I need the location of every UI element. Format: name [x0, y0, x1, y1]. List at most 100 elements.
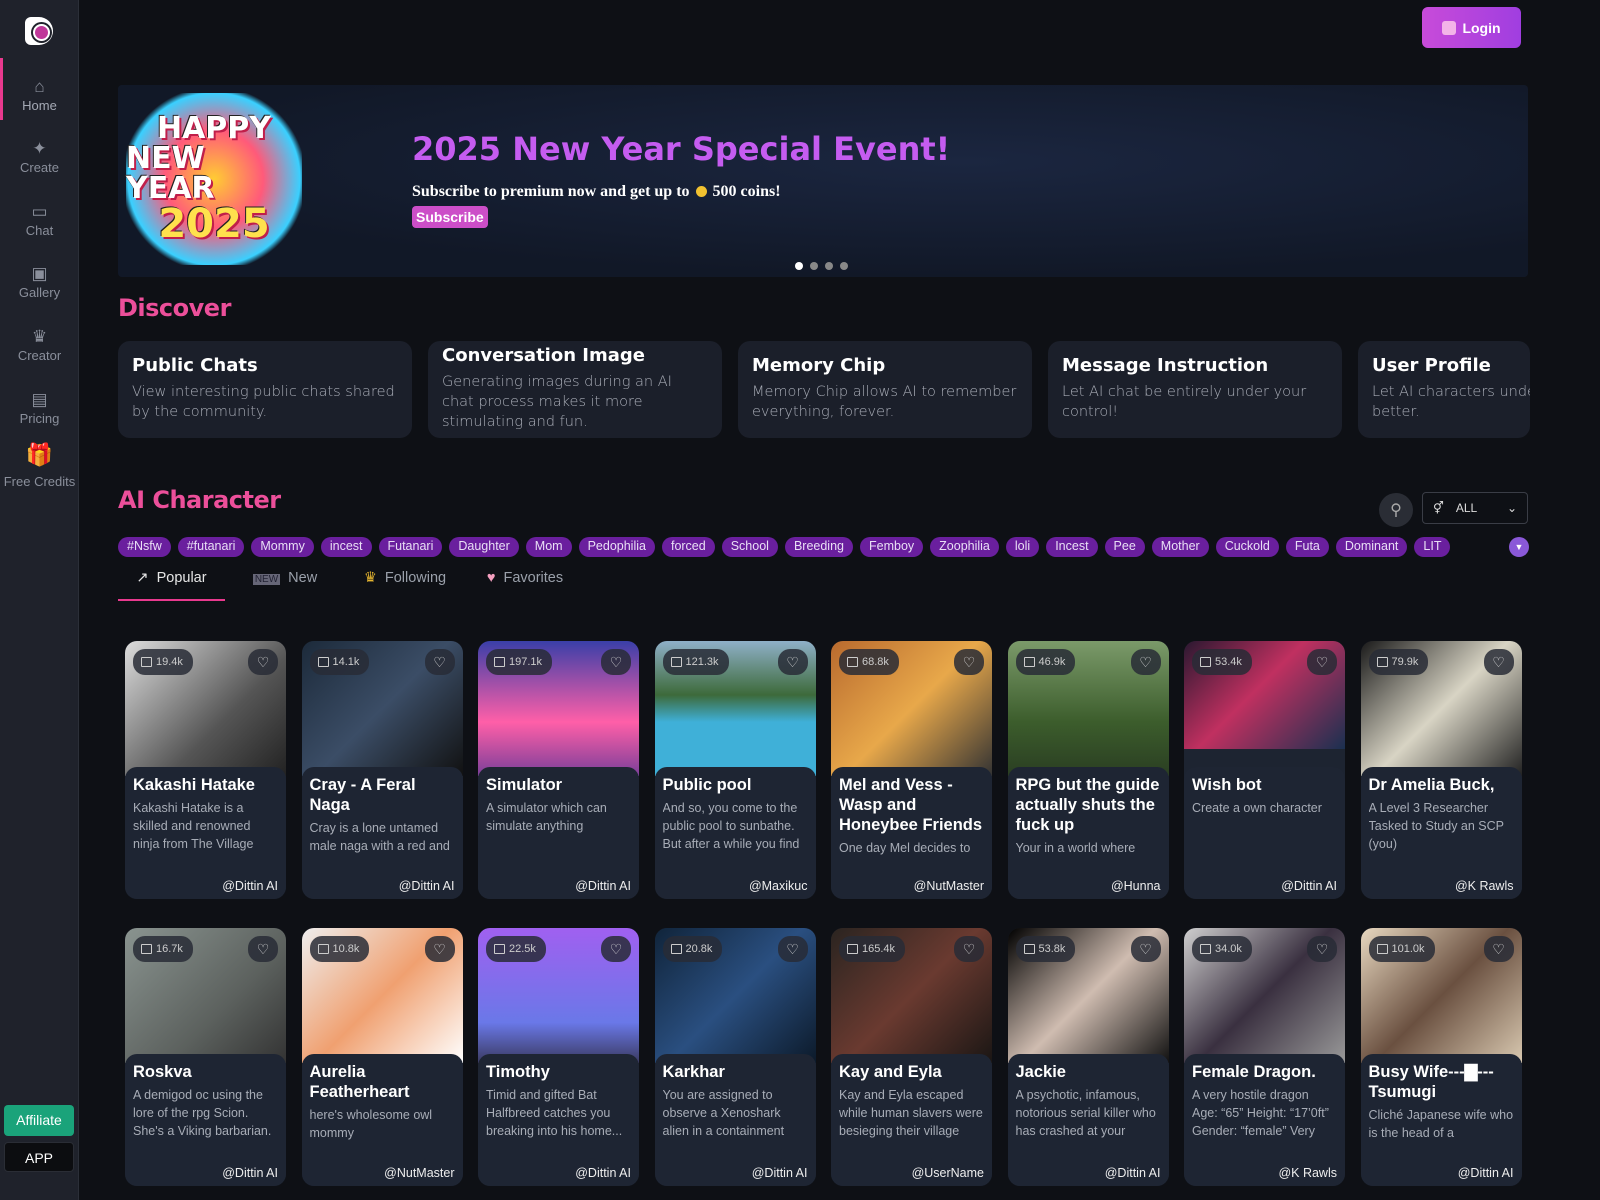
character-card[interactable]: 22.5k ♡ Timothy Timid and gifted Bat Half…	[478, 928, 639, 1186]
tag-chip[interactable]: Pedophilia	[578, 537, 655, 557]
character-card[interactable]: 10.8k ♡ Aurelia Featherheart here's whole…	[301, 928, 463, 1186]
favorite-button[interactable]: ♡	[777, 936, 808, 962]
character-author[interactable]: @Dittin AI	[1105, 1166, 1161, 1180]
character-card[interactable]: 14.1k ♡ Cray - A Feral Naga Cray is a lon…	[301, 641, 463, 899]
tag-chip[interactable]: School	[721, 537, 778, 557]
logo[interactable]	[25, 17, 53, 45]
character-author[interactable]: @Dittin AI	[1458, 1166, 1514, 1180]
tag-chip[interactable]: #futanari	[177, 537, 245, 557]
carousel-dot[interactable]	[795, 262, 803, 270]
character-card[interactable]: 79.9k ♡ Dr Amelia Buck, A Level 3 Researc…	[1360, 641, 1522, 899]
character-card[interactable]: 101.0k ♡ Busy Wife---▇---Tsumugi Cliché J…	[1360, 928, 1522, 1186]
tab-favorites[interactable]: ♥ Favorites	[465, 566, 585, 601]
favorite-button[interactable]: ♡	[424, 649, 455, 675]
tag-chip[interactable]: Zoophilia	[930, 537, 999, 557]
discover-card[interactable]: Public Chats View interesting public chat…	[118, 341, 412, 438]
tag-chip[interactable]: Futanari	[378, 537, 443, 557]
sidebar-item-free-credits[interactable]: 🎁 Free Credits	[0, 444, 79, 490]
character-card[interactable]: 197.1k ♡ Simulator A simulator which can …	[478, 641, 639, 899]
favorite-button[interactable]: ♡	[248, 649, 278, 675]
character-author[interactable]: @Dittin AI	[222, 1166, 278, 1180]
tag-chip[interactable]: incest	[320, 537, 372, 557]
tag-chip[interactable]: Pee	[1104, 537, 1145, 557]
tag-chip[interactable]: Futa	[1285, 537, 1329, 557]
expand-tags-button[interactable]: ▼	[1509, 537, 1529, 557]
discover-card[interactable]: User Profile Let AI characters understand…	[1358, 341, 1530, 438]
character-author[interactable]: @Dittin AI	[575, 879, 631, 893]
sidebar-item-creator[interactable]: ♛ Creator	[0, 326, 79, 363]
character-author[interactable]: @Dittin AI	[575, 1166, 631, 1180]
favorite-button[interactable]: ♡	[954, 936, 984, 962]
character-card[interactable]: 53.4k ♡ Wish bot Create a own character @D…	[1184, 641, 1345, 899]
app-button[interactable]: APP	[4, 1142, 74, 1172]
favorite-button[interactable]: ♡	[1130, 649, 1161, 675]
character-author[interactable]: @Maxikuc	[749, 879, 808, 893]
sidebar-item-gallery[interactable]: ▣ Gallery	[0, 263, 79, 300]
favorite-button[interactable]: ♡	[601, 649, 631, 675]
tag-chip[interactable]: Mother	[1151, 537, 1209, 557]
tag-chip[interactable]: LIT	[1414, 537, 1451, 557]
discover-card[interactable]: Message Instruction Let AI chat be entire…	[1048, 341, 1342, 438]
affiliate-button[interactable]: Affiliate	[4, 1105, 74, 1136]
character-card[interactable]: 34.0k ♡ Female Dragon. A very hostile dra…	[1184, 928, 1345, 1186]
character-author[interactable]: @Dittin AI	[1281, 879, 1337, 893]
character-card[interactable]: 16.7k ♡ Roskva A demigod oc using the lor…	[125, 928, 286, 1186]
favorite-button[interactable]: ♡	[1483, 649, 1514, 675]
tag-chip[interactable]: Incest	[1046, 537, 1098, 557]
discover-card[interactable]: Memory Chip Memory Chip allows AI to reme…	[738, 341, 1032, 438]
sidebar-item-pricing[interactable]: ▤ Pricing	[0, 389, 79, 426]
character-desc: Timid and gifted Bat Halfbreed catches y…	[486, 1088, 623, 1138]
favorite-button[interactable]: ♡	[248, 936, 278, 962]
tag-chip[interactable]: Breeding	[784, 537, 853, 557]
character-author[interactable]: @Dittin AI	[222, 879, 278, 893]
tag-chip[interactable]: Mommy	[251, 537, 314, 557]
character-author[interactable]: @NutMaster	[914, 879, 984, 893]
character-card[interactable]: 46.9k ♡ RPG but the guide actually shuts…	[1007, 641, 1169, 899]
tag-chip[interactable]: Mom	[525, 537, 572, 557]
tag-chip[interactable]: loli	[1005, 537, 1040, 557]
favorite-button[interactable]: ♡	[601, 936, 631, 962]
sidebar-item-home[interactable]: ⌂ Home	[0, 58, 79, 120]
character-card[interactable]: 53.8k ♡ Jackie A psychotic, infamous, not…	[1007, 928, 1169, 1186]
favorite-button[interactable]: ♡	[1307, 649, 1337, 675]
character-card[interactable]: 19.4k ♡ Kakashi Hatake Kakashi Hatake is …	[125, 641, 286, 899]
tab-popular[interactable]: ↗ Popular	[118, 566, 225, 601]
carousel-dot[interactable]	[825, 262, 833, 270]
subscribe-button[interactable]: Subscribe	[412, 206, 488, 228]
sidebar-item-chat[interactable]: ▭ Chat	[0, 201, 79, 238]
tab-new[interactable]: NEW New	[225, 566, 345, 601]
tag-chip[interactable]: Dominant	[1335, 537, 1408, 557]
carousel-dot[interactable]	[840, 262, 848, 270]
character-author[interactable]: @K Rawls	[1278, 1166, 1337, 1180]
tag-chip[interactable]: Cuckold	[1215, 537, 1279, 557]
carousel-dot[interactable]	[810, 262, 818, 270]
character-author[interactable]: @Dittin AI	[399, 879, 455, 893]
favorite-button[interactable]: ♡	[424, 936, 455, 962]
sidebar-item-create[interactable]: ✦ Create	[0, 138, 79, 175]
discover-card[interactable]: Conversation Image Generating images duri…	[428, 341, 722, 438]
event-banner[interactable]: HAPPY NEW YEAR 2025 2025 New Year Special …	[118, 85, 1528, 277]
favorite-button[interactable]: ♡	[1483, 936, 1514, 962]
character-card[interactable]: 20.8k ♡ Karkhar You are assigned to obser…	[654, 928, 816, 1186]
favorite-button[interactable]: ♡	[777, 649, 808, 675]
character-author[interactable]: @Dittin AI	[752, 1166, 808, 1180]
character-author[interactable]: @Hunna	[1111, 879, 1161, 893]
favorite-button[interactable]: ♡	[954, 649, 984, 675]
character-card[interactable]: 68.8k ♡ Mel and Vess - Wasp and Honeybee…	[831, 641, 992, 899]
character-author[interactable]: @NutMaster	[384, 1166, 454, 1180]
tag-chip[interactable]: Femboy	[860, 537, 924, 557]
login-button[interactable]: Login	[1422, 7, 1521, 48]
search-button[interactable]: ⚲	[1379, 493, 1413, 527]
character-card[interactable]: 121.3k ♡ Public pool And so, you come to …	[654, 641, 816, 899]
gender-filter-select[interactable]: ⚥ ALL ⌄	[1422, 492, 1528, 524]
favorite-button[interactable]: ♡	[1130, 936, 1161, 962]
character-card[interactable]: 165.4k ♡ Kay and Eyla Kay and Eyla escape…	[831, 928, 992, 1186]
heart-icon: ♡	[256, 654, 270, 670]
character-author[interactable]: @K Rawls	[1455, 879, 1514, 893]
tag-chip[interactable]: Daughter	[449, 537, 519, 557]
tag-chip[interactable]: #Nsfw	[118, 537, 171, 557]
tag-chip[interactable]: forced	[661, 537, 715, 557]
favorite-button[interactable]: ♡	[1307, 936, 1337, 962]
character-author[interactable]: @UserName	[912, 1166, 984, 1180]
tab-following[interactable]: ♛ Following	[345, 566, 465, 601]
